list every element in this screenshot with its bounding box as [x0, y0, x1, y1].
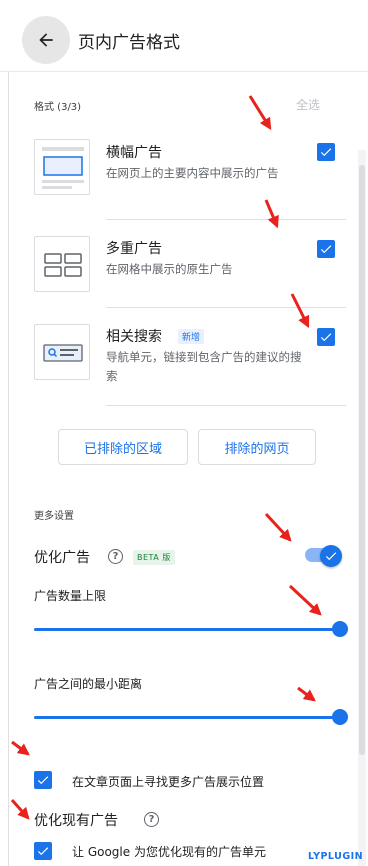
arrow-icon	[290, 293, 310, 329]
arrow-icon	[248, 95, 272, 131]
arrow-icon	[11, 740, 30, 756]
annotation-arrows	[10, 95, 322, 820]
arrow-icon	[264, 512, 292, 542]
arrow-icon	[297, 686, 316, 702]
arrow-icon	[10, 799, 30, 820]
arrow-icon	[288, 584, 322, 616]
arrow-icon	[264, 199, 279, 229]
watermark: LYPLUGIN	[308, 851, 364, 862]
